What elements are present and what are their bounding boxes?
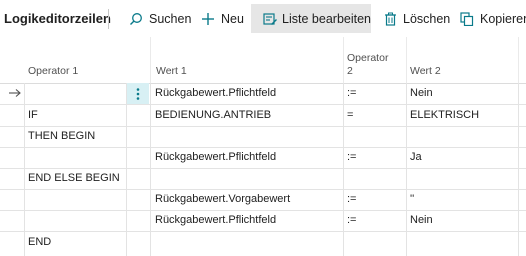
cell-value-2[interactable]: ELEKTRISCH: [410, 105, 516, 126]
page-title: Logikeditorzeilen: [4, 11, 111, 26]
col-header-value-1[interactable]: Wert 1: [156, 65, 187, 77]
col-header-value-2[interactable]: Wert 2: [410, 65, 441, 77]
cell-operator-2[interactable]: [347, 232, 403, 253]
cell-value-1[interactable]: [155, 168, 341, 189]
cell-value-1[interactable]: [155, 232, 341, 253]
copy-button[interactable]: Kopieren: [459, 4, 526, 33]
plus-icon: [200, 11, 216, 27]
logic-lines-grid: Operator 1 Wert 1 Operator 2 Wert 2 Rück…: [0, 37, 526, 256]
action-bar: Logikeditorzeilen Suchen Neu Liste bearb…: [0, 0, 526, 37]
cell-value-2[interactable]: Nein: [410, 210, 516, 231]
cell-operator-1[interactable]: [28, 83, 124, 104]
cell-value-1[interactable]: [155, 126, 341, 147]
toolbar-divider: [108, 9, 109, 29]
trash-icon: [382, 11, 398, 27]
header-divider: [343, 37, 344, 83]
search-label: Suchen: [149, 11, 192, 26]
col-header-operator-2-line1[interactable]: Operator: [347, 52, 388, 64]
cell-value-2[interactable]: [410, 126, 516, 147]
cell-value-2[interactable]: Ja: [410, 147, 516, 168]
col-header-operator-1[interactable]: Operator 1: [28, 65, 78, 77]
current-row-arrow-icon: [6, 83, 22, 104]
delete-button[interactable]: Löschen: [382, 4, 450, 33]
header-divider: [406, 37, 407, 83]
table-row[interactable]: IF BEDIENUNG.ANTRIEB = ELEKTRISCH: [0, 105, 526, 127]
edit-list-label: Liste bearbeiten: [282, 11, 371, 26]
search-icon: [128, 11, 144, 27]
table-row[interactable]: END ELSE BEGIN: [0, 168, 526, 190]
edit-list-icon: [263, 11, 278, 27]
header-divider: [518, 37, 519, 83]
cell-value-1[interactable]: Rückgabewert.Pflichtfeld: [155, 210, 341, 231]
new-button[interactable]: Neu: [200, 4, 244, 33]
header-divider: [150, 37, 151, 83]
cell-value-2[interactable]: [410, 232, 516, 253]
grid-header: Operator 1 Wert 1 Operator 2 Wert 2: [0, 37, 526, 84]
table-row[interactable]: Rückgabewert.Pflichtfeld := Ja: [0, 147, 526, 169]
cell-operator-1[interactable]: END: [28, 232, 124, 253]
cell-value-1[interactable]: BEDIENUNG.ANTRIEB: [155, 105, 341, 126]
cell-operator-1[interactable]: THEN BEGIN: [28, 126, 124, 147]
new-label: Neu: [221, 11, 244, 26]
cell-operator-2[interactable]: [347, 168, 403, 189]
cell-operator-1[interactable]: [28, 147, 124, 168]
cell-value-1[interactable]: Rückgabewert.Vorgabewert: [155, 189, 341, 210]
table-row[interactable]: Rückgabewert.Vorgabewert := '': [0, 189, 526, 211]
cell-operator-2[interactable]: [347, 126, 403, 147]
table-row[interactable]: END: [0, 232, 526, 253]
table-row[interactable]: Rückgabewert.Pflichtfeld := Nein: [0, 83, 526, 105]
row-actions-button[interactable]: [127, 83, 149, 104]
more-vertical-icon: [136, 87, 140, 100]
cell-value-2[interactable]: [410, 168, 516, 189]
cell-operator-2[interactable]: :=: [347, 147, 403, 168]
cell-operator-1[interactable]: END ELSE BEGIN: [28, 168, 124, 189]
cell-operator-2[interactable]: =: [347, 105, 403, 126]
copy-label: Kopieren: [480, 11, 526, 26]
search-button[interactable]: Suchen: [128, 4, 191, 33]
cell-operator-2[interactable]: :=: [347, 189, 403, 210]
cell-value-1[interactable]: Rückgabewert.Pflichtfeld: [155, 83, 341, 104]
cell-value-1[interactable]: Rückgabewert.Pflichtfeld: [155, 147, 341, 168]
cell-operator-1[interactable]: [28, 189, 124, 210]
delete-label: Löschen: [403, 11, 451, 26]
table-row[interactable]: Rückgabewert.Pflichtfeld := Nein: [0, 210, 526, 232]
cell-value-2[interactable]: '': [410, 189, 516, 210]
cell-operator-2[interactable]: :=: [347, 83, 403, 104]
cell-operator-1[interactable]: IF: [28, 105, 124, 126]
cell-operator-2[interactable]: :=: [347, 210, 403, 231]
col-header-operator-2-line2[interactable]: 2: [347, 65, 353, 77]
edit-list-button[interactable]: Liste bearbeiten: [251, 4, 371, 33]
cell-operator-1[interactable]: [28, 210, 124, 231]
table-row[interactable]: THEN BEGIN: [0, 126, 526, 148]
copy-icon: [459, 11, 475, 27]
cell-value-2[interactable]: Nein: [410, 83, 516, 104]
